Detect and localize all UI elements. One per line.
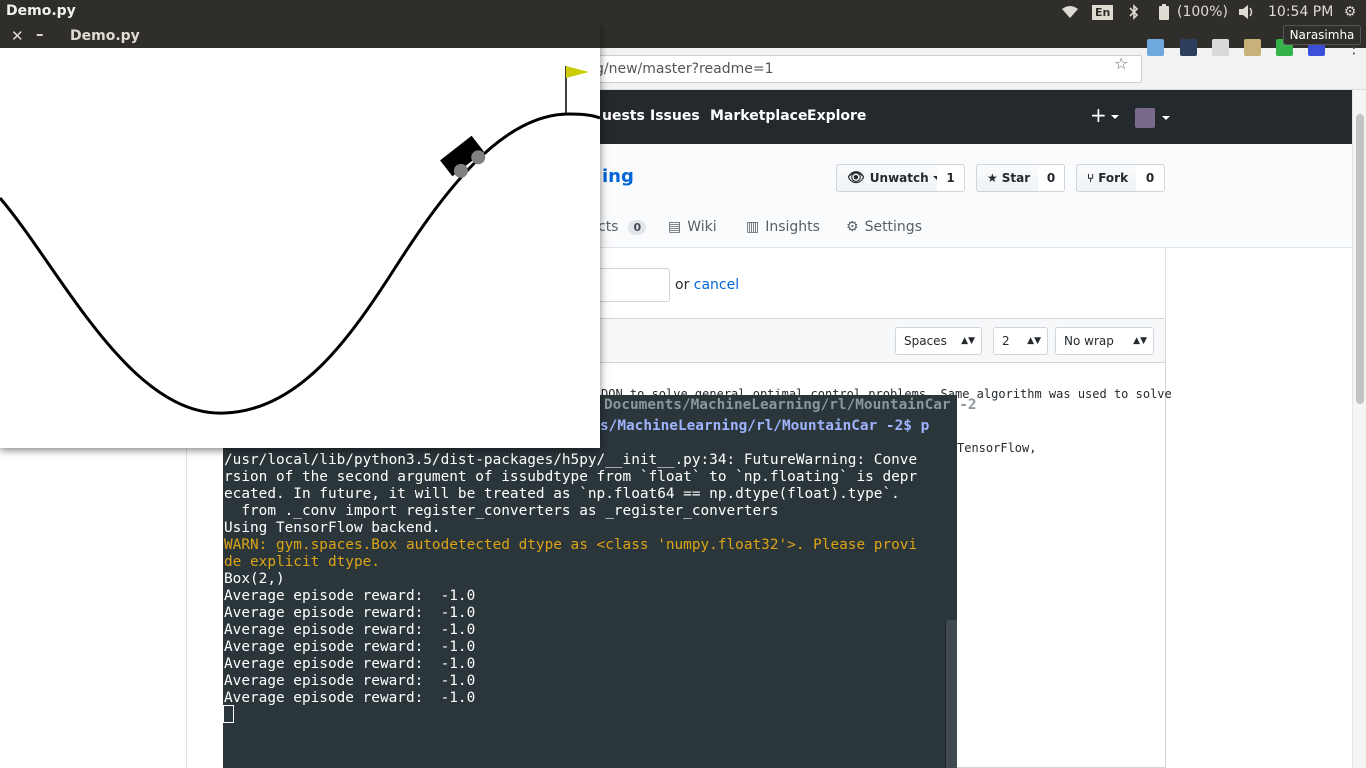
address-bar[interactable]: g/new/master?readme=1 bbox=[560, 55, 1142, 83]
unwatch-button[interactable]: 👁 Unwatch bbox=[836, 164, 941, 192]
nav-pull-requests[interactable]: uests bbox=[602, 108, 645, 124]
new-menu-plus-icon[interactable]: + bbox=[1090, 103, 1119, 127]
user-tooltip: Narasimha bbox=[1283, 25, 1361, 45]
page-scrollbar[interactable] bbox=[1352, 90, 1366, 768]
tab-wiki-label: Wiki bbox=[687, 219, 717, 235]
fork-label: Fork bbox=[1098, 171, 1129, 185]
mountain-track bbox=[0, 112, 600, 415]
gym-window-title: Demo.py bbox=[70, 28, 140, 44]
tab-insights-label: Insights bbox=[765, 219, 820, 235]
or-cancel-text: or cancel bbox=[675, 277, 739, 293]
terminal-line: /usr/local/lib/python3.5/dist-packages/h… bbox=[224, 452, 918, 468]
extension-icon[interactable] bbox=[1180, 39, 1197, 56]
gear-icon: ⚙ bbox=[846, 219, 859, 235]
bookmark-star-icon[interactable]: ☆ bbox=[1114, 54, 1128, 73]
unwatch-label: Unwatch bbox=[869, 171, 929, 185]
goal-flag bbox=[566, 66, 589, 78]
tab-insights[interactable]: ▥ Insights bbox=[746, 219, 820, 235]
terminal-line: rsion of the second argument of issubdty… bbox=[224, 469, 918, 485]
nav-issues[interactable]: Issues bbox=[650, 108, 700, 124]
star-icon: ★ bbox=[987, 171, 998, 185]
fork-button[interactable]: ⑂ Fork bbox=[1076, 164, 1137, 192]
terminal-reward-line: Average episode reward: -1.0 bbox=[224, 605, 476, 621]
nav-marketplace[interactable]: Marketplace bbox=[710, 108, 807, 124]
minimize-icon[interactable]: – bbox=[36, 25, 44, 43]
tab-projects-label: cts bbox=[598, 219, 619, 235]
power-gear-icon[interactable]: ⚙ bbox=[1340, 3, 1360, 21]
wrap-mode-value: No wrap bbox=[1064, 334, 1114, 348]
terminal-window[interactable] bbox=[223, 395, 957, 768]
keyboard-layout-indicator[interactable]: En bbox=[1092, 3, 1114, 21]
repo-title[interactable]: ing bbox=[602, 166, 634, 187]
battery-percentage: (100%) bbox=[1177, 4, 1228, 20]
car bbox=[440, 135, 486, 178]
select-arrows-icon: ▲▼ bbox=[1027, 336, 1041, 346]
terminal-title: Documents/MachineLearning/rl/MountainCar… bbox=[604, 397, 977, 413]
terminal-warning-line: de explicit dtype. bbox=[224, 554, 380, 570]
eye-icon: 👁 bbox=[847, 170, 865, 186]
terminal-cursor bbox=[223, 705, 234, 723]
keyboard-layout-label: En bbox=[1092, 4, 1114, 20]
system-top-bar: Demo.py En (100%) 10:54 PM ⚙ bbox=[0, 0, 1366, 24]
indent-mode-value: Spaces bbox=[904, 334, 947, 348]
terminal-line: from ._conv import register_converters a… bbox=[224, 503, 779, 519]
extension-icon[interactable] bbox=[1147, 39, 1164, 56]
terminal-reward-line: Average episode reward: -1.0 bbox=[224, 673, 476, 689]
tab-wiki[interactable]: ▤ Wiki bbox=[668, 219, 717, 235]
nav-explore[interactable]: Explore bbox=[807, 108, 866, 124]
editor-toolbar: Spaces ▲▼ 2 ▲▼ No wrap ▲▼ bbox=[561, 319, 1165, 363]
gym-render-window[interactable]: ✕ – Demo.py bbox=[0, 24, 600, 448]
volume-icon[interactable] bbox=[1238, 3, 1256, 21]
terminal-reward-line: Average episode reward: -1.0 bbox=[224, 690, 476, 706]
star-count[interactable]: 0 bbox=[1038, 164, 1065, 192]
avatar-caret-icon[interactable] bbox=[1162, 116, 1170, 120]
tab-settings-label: Settings bbox=[864, 219, 922, 235]
terminal-reward-line: Average episode reward: -1.0 bbox=[224, 588, 476, 604]
star-button[interactable]: ★ Star bbox=[976, 164, 1039, 192]
battery-icon[interactable] bbox=[1158, 3, 1170, 21]
terminal-reward-line: Average episode reward: -1.0 bbox=[224, 622, 476, 638]
close-icon[interactable]: ✕ bbox=[11, 27, 24, 45]
terminal-warning-line: WARN: gym.spaces.Box autodetected dtype … bbox=[224, 537, 918, 553]
wifi-icon[interactable] bbox=[1060, 3, 1080, 21]
page-scrollbar-thumb[interactable] bbox=[1356, 114, 1364, 404]
terminal-line: ecated. In future, it will be treated as… bbox=[224, 486, 900, 502]
book-icon: ▤ bbox=[668, 219, 682, 235]
wrap-mode-select[interactable]: No wrap ▲▼ bbox=[1055, 327, 1154, 355]
star-label: Star bbox=[1001, 171, 1031, 185]
or-label: or bbox=[675, 277, 690, 293]
fork-count[interactable]: 0 bbox=[1136, 164, 1165, 192]
indent-size-select[interactable]: 2 ▲▼ bbox=[993, 327, 1048, 355]
terminal-reward-line: Average episode reward: -1.0 bbox=[224, 639, 476, 655]
graph-icon: ▥ bbox=[746, 219, 760, 235]
active-app-title: Demo.py bbox=[6, 3, 76, 19]
watch-count[interactable]: 1 bbox=[937, 164, 965, 192]
cancel-link[interactable]: cancel bbox=[694, 277, 739, 293]
projects-counter: 0 bbox=[628, 219, 647, 235]
fork-icon: ⑂ bbox=[1087, 171, 1095, 185]
code-line: TensorFlow, bbox=[957, 441, 1037, 455]
terminal-scrollbar[interactable] bbox=[945, 620, 957, 768]
avatar[interactable] bbox=[1135, 108, 1155, 128]
select-arrows-icon: ▲▼ bbox=[1133, 336, 1147, 346]
terminal-reward-line: Average episode reward: -1.0 bbox=[224, 656, 476, 672]
extension-icon[interactable] bbox=[1244, 39, 1261, 56]
bluetooth-icon[interactable] bbox=[1126, 3, 1142, 21]
tab-settings[interactable]: ⚙ Settings bbox=[846, 219, 922, 235]
terminal-line: Using TensorFlow backend. bbox=[224, 520, 441, 536]
clock[interactable]: 10:54 PM bbox=[1268, 3, 1333, 21]
indent-mode-select[interactable]: Spaces ▲▼ bbox=[895, 327, 982, 355]
indent-size-value: 2 bbox=[1002, 334, 1010, 348]
terminal-line: Box(2,) bbox=[224, 571, 285, 587]
tab-projects[interactable]: cts 0 bbox=[598, 219, 647, 235]
mountain-car-canvas bbox=[0, 66, 600, 415]
extension-icon[interactable] bbox=[1212, 39, 1229, 56]
terminal-prompt: s/MachineLearning/rl/MountainCar -2$ p bbox=[600, 418, 930, 434]
select-arrows-icon: ▲▼ bbox=[961, 336, 975, 346]
gym-window-titlebar[interactable]: ✕ – Demo.py bbox=[0, 24, 600, 48]
